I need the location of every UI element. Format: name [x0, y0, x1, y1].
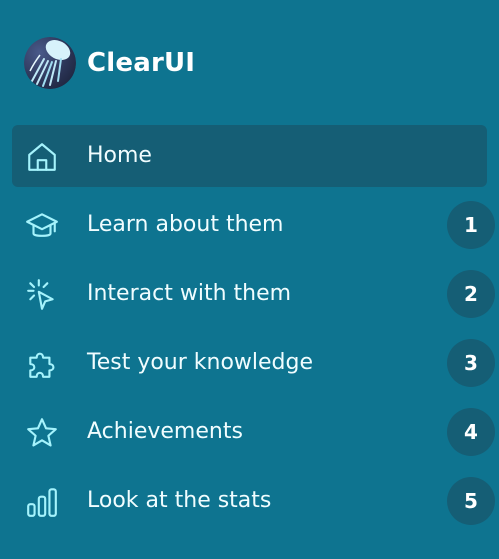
jellyfish-logo-icon — [24, 37, 76, 89]
sidebar-nav: Home Learn about them 1 Interact with th… — [12, 125, 495, 539]
puzzle-icon — [25, 347, 59, 381]
nav-item-interact[interactable]: Interact with them 2 — [12, 263, 495, 325]
nav-item-label: Achievements — [87, 419, 243, 444]
bar-chart-icon — [25, 485, 59, 519]
home-icon — [25, 140, 59, 174]
nav-item-label: Home — [87, 143, 152, 168]
nav-item-achievements[interactable]: Achievements 4 — [12, 401, 495, 463]
app-name: ClearUI — [87, 48, 196, 78]
badge: 1 — [447, 201, 495, 249]
nav-item-learn[interactable]: Learn about them 1 — [12, 194, 495, 256]
brand[interactable]: ClearUI — [24, 37, 195, 89]
nav-item-label: Look at the stats — [87, 488, 272, 513]
badge: 3 — [447, 339, 495, 387]
nav-item-label: Learn about them — [87, 212, 284, 237]
badge: 2 — [447, 270, 495, 318]
star-icon — [25, 416, 59, 450]
cursor-click-icon — [25, 278, 59, 312]
nav-item-stats[interactable]: Look at the stats 5 — [12, 470, 495, 532]
graduation-cap-icon — [25, 209, 59, 243]
nav-item-home[interactable]: Home — [12, 125, 487, 187]
nav-item-label: Test your knowledge — [87, 350, 314, 375]
badge: 4 — [447, 408, 495, 456]
nav-item-label: Interact with them — [87, 281, 292, 306]
badge: 5 — [447, 477, 495, 525]
nav-item-test[interactable]: Test your knowledge 3 — [12, 332, 495, 394]
